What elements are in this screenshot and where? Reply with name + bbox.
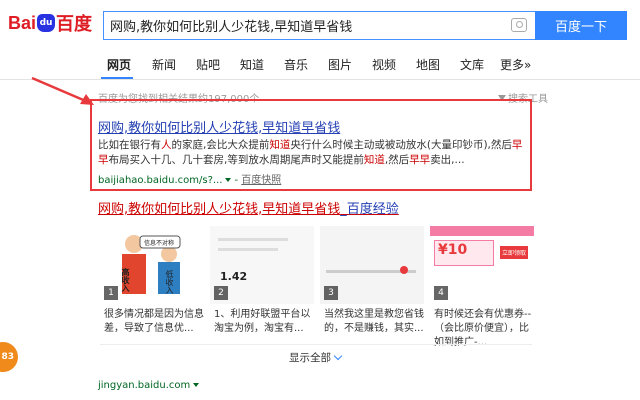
search-box — [103, 11, 535, 40]
tab-map[interactable]: 地图 — [416, 56, 440, 73]
result-1-url[interactable]: baijiahao.baidu.com/s?... — [98, 175, 222, 186]
tab-web[interactable]: 网页 — [107, 56, 131, 73]
thumbnail-4[interactable]: ¥10 立即领取 4 — [430, 226, 534, 304]
snippet-text: 卖出,... — [430, 154, 465, 166]
tab-images[interactable]: 图片 — [328, 56, 352, 73]
red-arrow-icon — [31, 76, 94, 105]
caret-down-icon[interactable] — [193, 383, 200, 387]
result-1-url-row: baijiahao.baidu.com/s?... - 百度快照 — [98, 175, 282, 186]
thumbnail-4-claim: 立即领取 — [500, 246, 529, 259]
thumbnail-1-label-high: 高收入 — [121, 268, 130, 292]
tab-news[interactable]: 新闻 — [152, 56, 176, 73]
snippet-keyword: 知道 — [269, 139, 291, 151]
active-tab-indicator — [101, 77, 133, 79]
snippet-keyword: 人 — [161, 139, 172, 151]
result-3-url-row: jingyan.baidu.com — [98, 380, 200, 391]
result-1-snippet: 比如在银行有人的家庭,会比大众提前知道央行什么时候主动或被动放水(大量印钞币),… — [98, 138, 528, 168]
floating-badge[interactable]: 83 — [0, 342, 18, 372]
divider — [100, 344, 532, 345]
search-results-page: Bai du 百度 百度一下 网页 新闻 贴吧 知道 音乐 图片 视频 地图 文… — [0, 0, 640, 400]
tab-zhidao[interactable]: 知道 — [240, 56, 264, 73]
thumbnail-3-caption[interactable]: 当然我这里是教您省钱的，不是赚钱，其实... — [324, 308, 428, 336]
thumbnail-1-caption[interactable]: 很多情况都是因为信息差，导致了信息优... — [104, 308, 208, 336]
thumbnail-2-price: 1.42 — [220, 270, 248, 283]
thumbnail-2-number: 2 — [214, 286, 228, 300]
thumbnail-2-caption[interactable]: 1、利用好联盟平台以淘宝为例，淘宝有... — [214, 308, 318, 336]
logo-text-right: 百度 — [56, 14, 93, 34]
result-3-url[interactable]: jingyan.baidu.com — [98, 380, 190, 391]
tab-tieba[interactable]: 贴吧 — [196, 56, 220, 73]
result-1-title[interactable]: 网购,教你如何比别人少花钱,早知道早省钱 — [98, 117, 340, 136]
thumbnail-3-number: 3 — [324, 286, 338, 300]
thumbnail-1-number: 1 — [104, 286, 118, 300]
thumbnail-2[interactable]: 1.42 2 — [210, 226, 314, 304]
baidu-logo[interactable]: Bai du 百度 — [8, 11, 92, 35]
search-button[interactable]: 百度一下 — [535, 11, 627, 40]
snippet-text: 比如在银行有 — [98, 139, 161, 151]
thumbnail-1[interactable]: 高收入 低收入 信息不对称 1 — [100, 226, 204, 304]
snippet-keyword: 知道 — [363, 154, 385, 166]
chevron-down-icon — [333, 351, 343, 361]
result-2-title-suffix: _百度经验 — [340, 202, 399, 217]
snapshot-link[interactable]: 百度快照 — [241, 175, 281, 186]
search-input[interactable] — [104, 12, 504, 39]
logo-text-left: Bai — [8, 12, 37, 33]
caret-down-icon[interactable] — [225, 178, 232, 182]
show-all-label: 显示全部 — [289, 352, 331, 364]
thumbnail-1-label-info: 信息不对称 — [144, 240, 175, 247]
snippet-text: 央行什么时候主动或被动放水(大量印钞币),然后 — [290, 139, 512, 151]
thumbnail-1-label-low: 低收入 — [165, 270, 174, 294]
thumbnail-3[interactable]: 3 — [320, 226, 424, 304]
thumbnail-4-coupon: ¥10 — [438, 242, 468, 258]
snippet-text: ,然后 — [384, 154, 410, 166]
snippet-text: 布局买入十几、几十套房,等到放水周期尾声时又能提前 — [108, 154, 364, 166]
tab-more[interactable]: 更多» — [500, 56, 531, 73]
snippet-text: 的家庭,会比大众提前 — [171, 139, 270, 151]
camera-icon[interactable] — [511, 18, 527, 32]
tab-video[interactable]: 视频 — [372, 56, 396, 73]
tab-music[interactable]: 音乐 — [284, 56, 308, 73]
result-2-title-text: 网购,教你如何比别人少花钱,早知道早省钱 — [98, 202, 341, 217]
tab-wenku[interactable]: 文库 — [460, 56, 484, 73]
thumbnail-4-number: 4 — [434, 286, 448, 300]
show-all-button[interactable]: 显示全部 — [289, 350, 343, 365]
snippet-keyword: 早早 — [409, 154, 431, 166]
paw-icon: du — [37, 14, 56, 32]
result-2-title[interactable]: 网购,教你如何比别人少花钱,早知道早省钱_百度经验 — [98, 198, 399, 217]
